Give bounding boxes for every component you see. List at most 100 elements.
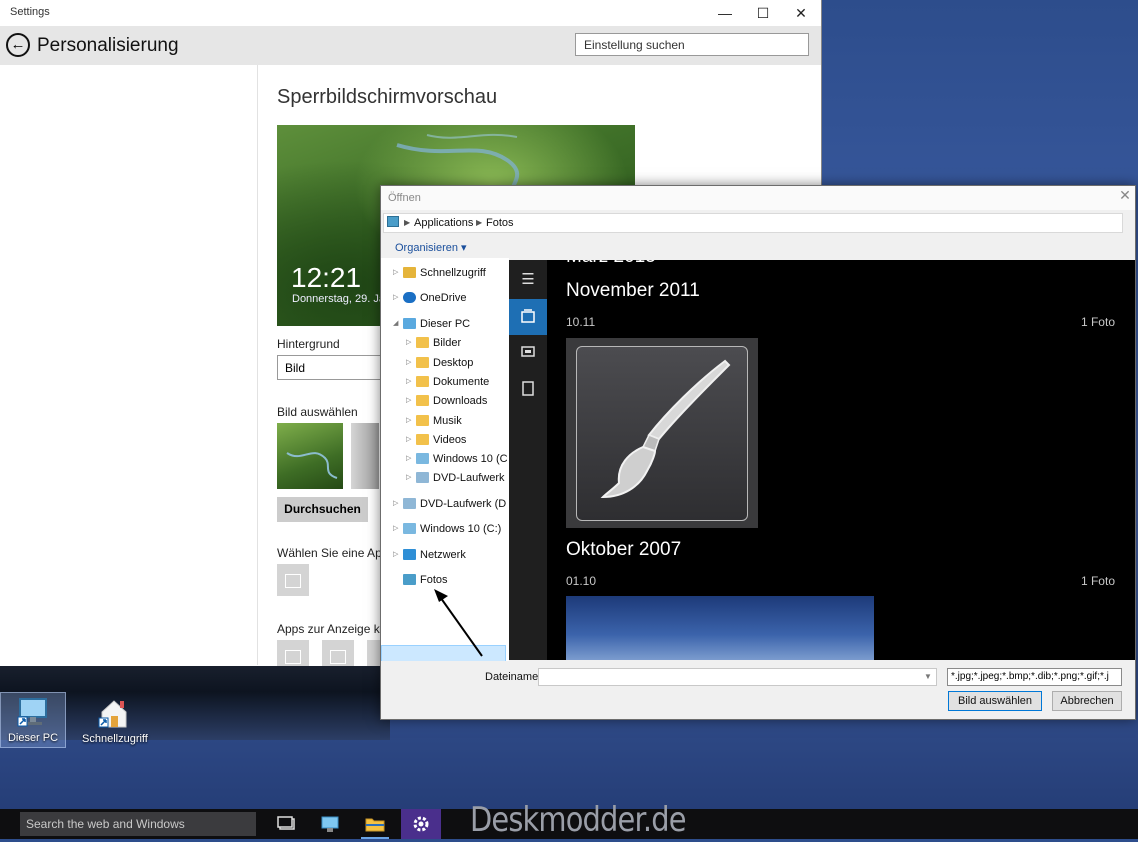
taskbar-app-settings[interactable] [401, 809, 441, 839]
select-picture-button[interactable]: Bild auswählen [948, 691, 1042, 711]
expand-chevron-icon[interactable]: ▷ [393, 499, 398, 507]
cancel-button[interactable]: Abbrechen [1052, 691, 1122, 711]
desktop-icon-this-pc[interactable]: Dieser PC [0, 692, 66, 748]
tree-item[interactable]: ▷ DVD-Laufwerk (D:) J_ [381, 495, 507, 514]
open-file-dialog: Öffnen ✕ ▶ Applications ▶ Fotos Organisi… [380, 185, 1136, 720]
folder-icon [416, 375, 429, 387]
mail-icon [285, 650, 301, 664]
collection-nav-button[interactable] [509, 299, 547, 335]
expand-chevron-icon[interactable]: ▷ [406, 416, 411, 424]
apps-status-label: Apps zur Anzeige ku [277, 622, 387, 636]
expand-chevron-icon[interactable]: ▷ [393, 524, 398, 532]
settings-search-input[interactable]: Einstellung suchen [575, 33, 809, 56]
expand-chevron-icon[interactable]: ▷ [406, 338, 411, 346]
calendar-app-tile[interactable] [277, 564, 309, 596]
picture-thumbnail[interactable] [351, 423, 379, 489]
expand-chevron-icon[interactable]: ▷ [406, 358, 411, 366]
calendar-app-tile[interactable] [322, 640, 354, 666]
tree-item-label: OneDrive [420, 292, 467, 304]
folders-nav-button[interactable] [509, 370, 547, 406]
photo-group-heading: November 2011 [566, 280, 700, 301]
picture-thumbnail[interactable] [277, 423, 343, 489]
calendar-icon [330, 650, 346, 664]
tree-item-label: Windows 10 (C:) [420, 523, 502, 535]
expand-chevron-icon[interactable]: ▷ [406, 473, 411, 481]
address-bar[interactable]: ▶ Applications ▶ Fotos [383, 213, 1123, 233]
tree-item[interactable]: ▷ Windows 10 (C:) [381, 520, 507, 539]
drive-icon [403, 523, 416, 534]
tree-item[interactable]: ▷ Dokumente [381, 373, 507, 392]
photo-group-heading: März 2015 [566, 260, 656, 268]
folder-icon [365, 818, 385, 832]
tree-item[interactable]: ▷ Windows 10 (C:) [381, 450, 507, 469]
paintbrush-icon [600, 359, 731, 499]
hamburger-icon: ☰ [521, 271, 535, 288]
folder-icon [416, 414, 429, 426]
expand-chevron-icon[interactable]: ▷ [406, 377, 411, 385]
filename-input[interactable] [538, 668, 937, 686]
expand-chevron-icon[interactable]: ◢ [393, 319, 398, 327]
expand-chevron-icon[interactable]: ▷ [406, 454, 411, 462]
organize-menu-button[interactable]: Organisieren ▾ [395, 241, 467, 254]
gear-icon [413, 816, 429, 832]
watermark: Deskmodder.de [470, 800, 686, 840]
tree-item[interactable]: ▷ Musik [381, 412, 507, 431]
back-button[interactable]: ← [6, 33, 30, 57]
file-type-filter-dropdown[interactable]: *.jpg;*.jpeg;*.bmp;*.dib;*.png;*.gif;*.j [947, 668, 1122, 686]
album-icon [521, 346, 535, 357]
back-arrow-icon: ← [10, 36, 26, 53]
taskbar-app-this-pc[interactable] [310, 809, 350, 839]
albums-nav-button[interactable] [509, 334, 547, 370]
mail-app-tile[interactable] [277, 640, 309, 666]
expand-chevron-icon[interactable]: ▷ [406, 435, 411, 443]
maximize-button[interactable]: ☐ [744, 0, 782, 26]
close-button[interactable]: ✕ [782, 0, 820, 26]
tree-item[interactable]: ▷ Bilder [381, 334, 507, 353]
tree-item[interactable]: ▷ Videos [381, 431, 507, 450]
river-thumbnail-image [286, 452, 338, 479]
photo-tile[interactable] [566, 596, 874, 660]
tree-item[interactable]: ▷ Netzwerk [381, 546, 507, 565]
calendar-icon [285, 574, 301, 588]
folder-icon [416, 337, 429, 349]
taskbar-search-box[interactable]: Search the web and Windows [20, 812, 256, 836]
tree-item-label: Videos [433, 433, 467, 446]
filename-label: Dateiname: [485, 671, 542, 683]
dvd-icon [403, 498, 416, 509]
tree-item-label: Dokumente [433, 375, 490, 388]
breadcrumb-item[interactable]: Fotos [486, 217, 514, 229]
hamburger-menu-button[interactable]: ☰ [509, 262, 547, 298]
tree-item[interactable]: ◢ Dieser PC [381, 315, 507, 334]
breadcrumb-separator: ▶ [404, 218, 411, 227]
expand-chevron-icon[interactable]: ▷ [393, 550, 398, 558]
taskbar-app-explorer[interactable] [355, 809, 395, 839]
expand-chevron-icon[interactable]: ▷ [393, 268, 398, 276]
tree-item-label: Bilder [433, 337, 462, 350]
tree-item-label: Dieser PC [420, 318, 471, 330]
expand-chevron-icon[interactable]: ▷ [393, 293, 398, 301]
breadcrumb-separator: ▶ [476, 218, 483, 227]
task-view-button[interactable] [267, 809, 307, 839]
paintbrush-image [576, 346, 748, 521]
folder-outline-icon [522, 381, 534, 396]
settings-titlebar [0, 0, 821, 26]
lock-screen-time: 12:21 [291, 262, 362, 293]
tree-item-label: DVD-Laufwerk (D [433, 472, 507, 485]
chevron-down-icon[interactable]: ▼ [924, 672, 932, 681]
desktop-icon-quick-access[interactable]: Schnellzugriff [82, 694, 148, 745]
minimize-button[interactable]: — [706, 0, 744, 26]
dialog-close-button[interactable]: ✕ [1117, 187, 1133, 205]
app-tile[interactable] [367, 640, 381, 666]
expand-chevron-icon[interactable]: ▷ [406, 396, 411, 404]
tree-item[interactable]: ▷ OneDrive [381, 289, 507, 308]
network-icon [403, 549, 416, 560]
photo-tile[interactable] [566, 338, 758, 528]
breadcrumb-item[interactable]: Applications [414, 217, 473, 229]
tree-item[interactable]: ▷ Schnellzugriff [381, 264, 507, 283]
browse-button[interactable]: Durchsuchen [277, 497, 368, 522]
photos-icon [403, 574, 416, 585]
tree-item[interactable]: ▷ DVD-Laufwerk (D [381, 469, 507, 488]
background-dropdown[interactable]: Bild [277, 355, 387, 380]
tree-item[interactable]: ▷ Desktop [381, 354, 507, 373]
tree-item[interactable]: ▷ Downloads [381, 392, 507, 411]
